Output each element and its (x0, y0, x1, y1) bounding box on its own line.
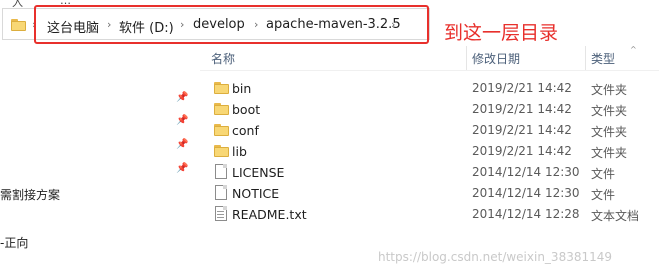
column-header-row: ^ 名称 修改日期 类型 (200, 45, 659, 70)
file-date: 2014/12/14 12:30 (472, 165, 580, 179)
file-type: 文件夹 (591, 125, 628, 139)
file-date: 2019/2/21 14:42 (472, 81, 572, 95)
header-divider (200, 70, 659, 71)
pin-icon[interactable]: 📌 (176, 139, 188, 150)
text-file-icon (215, 206, 227, 221)
file-type: 文件 (591, 188, 616, 202)
file-type: 文件夹 (591, 146, 628, 160)
file-name: bin (232, 81, 252, 96)
folder-icon (214, 82, 229, 94)
file-icon (215, 185, 227, 200)
pin-icon[interactable]: 📌 (176, 92, 188, 103)
file-date: 2019/2/21 14:42 (472, 123, 572, 137)
pin-icon[interactable]: 📌 (176, 163, 188, 174)
file-type: 文件夹 (591, 104, 628, 118)
highlight-box (34, 5, 429, 44)
nav-item[interactable]: -正向 (0, 234, 28, 251)
file-row[interactable]: README.txt 2014/12/14 12:28 文本文档 (208, 204, 659, 225)
sort-chevron-icon: ^ (630, 45, 637, 54)
column-divider[interactable] (466, 46, 467, 70)
file-name: lib (232, 144, 247, 159)
file-row[interactable]: NOTICE 2014/12/14 12:30 文件 (208, 183, 659, 204)
folder-icon (214, 103, 229, 115)
file-name: conf (232, 123, 259, 138)
column-header-name[interactable]: 名称 (211, 50, 235, 67)
file-date: 2019/2/21 14:42 (472, 102, 572, 116)
file-icon (215, 164, 227, 179)
column-header-date[interactable]: 修改日期 (472, 50, 520, 67)
file-date: 2014/12/14 12:30 (472, 186, 580, 200)
annotation-text: 到这一层目录 (444, 22, 559, 44)
file-row[interactable]: conf 2019/2/21 14:42 文件夹 (208, 120, 659, 141)
file-type: 文件 (591, 167, 616, 181)
file-type: 文件夹 (591, 83, 628, 97)
file-name: README.txt (232, 207, 307, 222)
folder-icon (214, 124, 229, 136)
file-date: 2014/12/14 12:28 (472, 207, 580, 221)
folder-icon (11, 19, 26, 31)
file-name: NOTICE (232, 186, 280, 201)
file-row[interactable]: bin 2019/2/21 14:42 文件夹 (208, 78, 659, 99)
column-divider[interactable] (585, 46, 586, 70)
file-date: 2019/2/21 14:42 (472, 144, 572, 158)
file-row[interactable]: LICENSE 2014/12/14 12:30 文件 (208, 162, 659, 183)
watermark: https://blog.csdn.net/weixin_38381149 (378, 250, 613, 264)
nav-item[interactable]: 需割接方案 (0, 186, 60, 203)
file-name: boot (232, 102, 261, 117)
pin-icon[interactable]: 📌 (176, 115, 188, 126)
column-header-type[interactable]: 类型 (591, 50, 615, 67)
file-row[interactable]: lib 2019/2/21 14:42 文件夹 (208, 141, 659, 162)
file-type: 文本文档 (591, 209, 640, 223)
file-row[interactable]: boot 2019/2/21 14:42 文件夹 (208, 99, 659, 120)
navigation-pane: 📌 📌 📌 📌 需割接方案 -正向 (0, 44, 198, 275)
folder-icon (214, 145, 229, 157)
file-name: LICENSE (232, 165, 285, 180)
